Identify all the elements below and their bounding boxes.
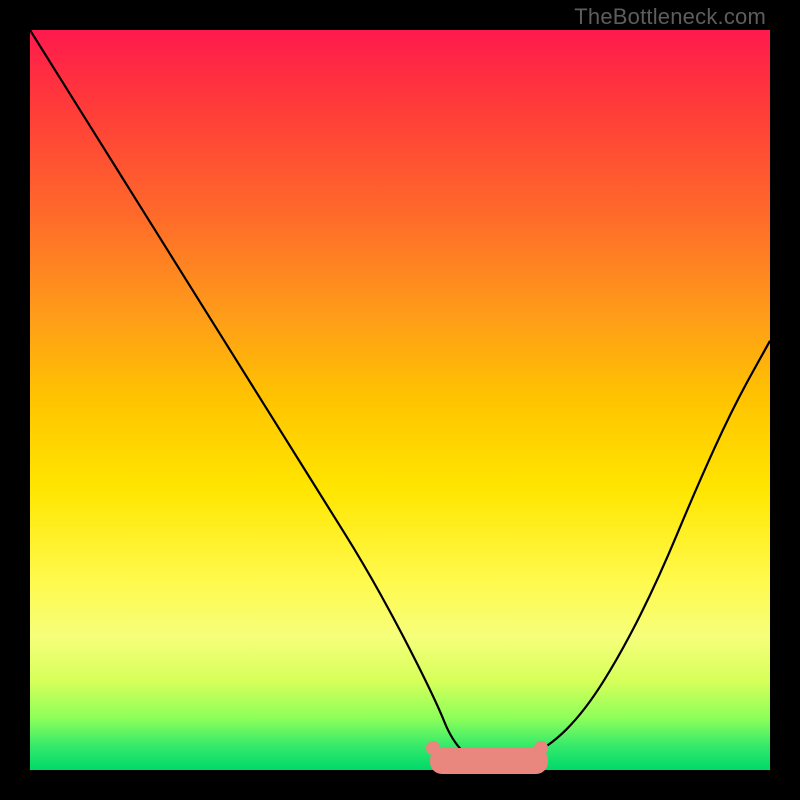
- optimal-band: [430, 748, 548, 774]
- plot-area: [30, 30, 770, 770]
- optimal-dot-left: [426, 741, 440, 755]
- chart-frame: TheBottleneck.com: [0, 0, 800, 800]
- bottleneck-curve: [30, 30, 770, 770]
- watermark-text: TheBottleneck.com: [574, 4, 766, 30]
- optimal-dot-right: [534, 741, 548, 755]
- curve-path: [30, 30, 770, 768]
